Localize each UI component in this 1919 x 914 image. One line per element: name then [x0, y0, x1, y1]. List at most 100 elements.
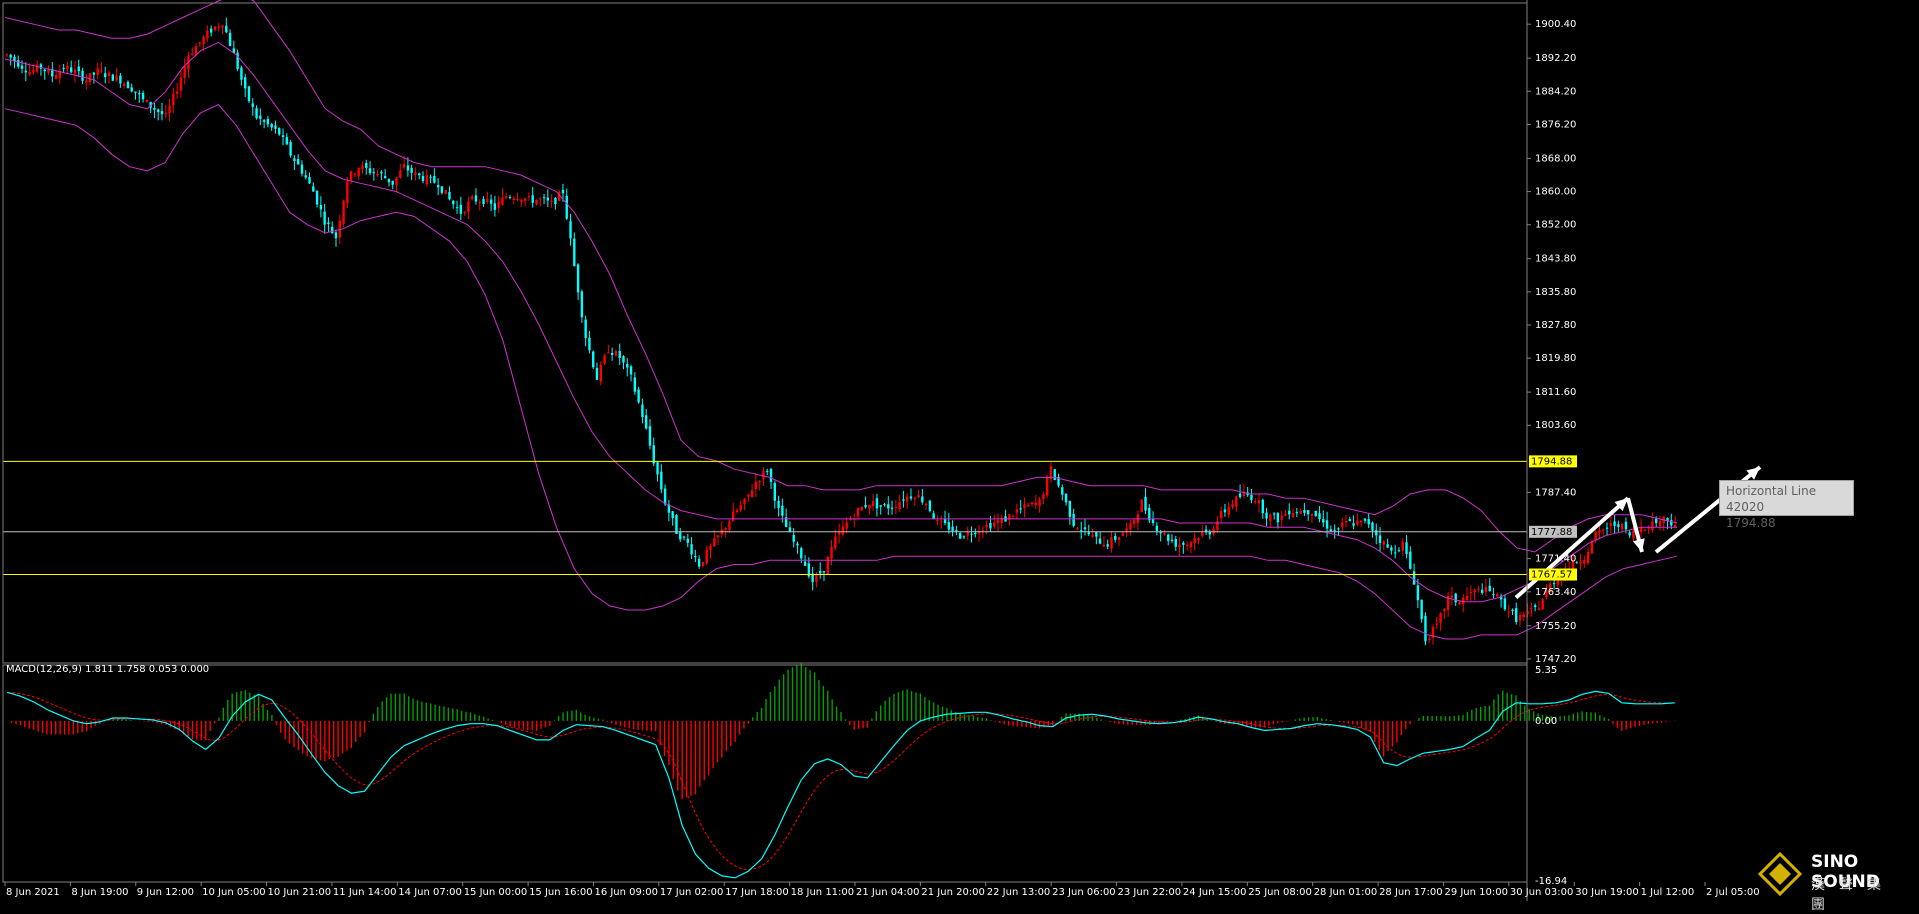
y-tick-label: 1771.40: [1535, 554, 1576, 565]
candle-body: [546, 197, 550, 201]
candle-body: [172, 93, 175, 106]
candle-body: [1344, 520, 1348, 523]
candle-body: [327, 222, 330, 225]
candle-body: [1462, 597, 1465, 604]
price-tag-label: 1777.88: [1531, 527, 1572, 538]
candle-body: [750, 490, 754, 497]
candle-body: [285, 137, 289, 145]
candle-body: [62, 67, 65, 69]
candle-body: [505, 196, 508, 198]
candle-body: [1072, 513, 1075, 526]
candle-body: [217, 26, 220, 28]
candle-body: [1257, 500, 1261, 504]
candle-body: [875, 498, 879, 509]
candle-body: [648, 426, 652, 446]
candle-body: [697, 558, 701, 567]
candle-body: [1503, 598, 1507, 610]
candle-body: [5, 54, 9, 56]
candle-body: [1409, 551, 1412, 569]
x-tick-label: 22 Jun 13:00: [987, 887, 1051, 898]
candle-body: [508, 197, 512, 199]
x-tick-label: 29 Jun 10:00: [1444, 887, 1508, 898]
candle-body: [735, 510, 739, 512]
candle-body: [618, 350, 621, 359]
candle-body: [1492, 594, 1495, 596]
candle-body: [841, 526, 845, 535]
candle-body: [361, 165, 364, 170]
candle-body: [134, 91, 137, 93]
candle-body: [1598, 530, 1601, 533]
candle-body: [781, 505, 784, 516]
candle-body: [1189, 542, 1193, 548]
x-tick-label: 16 Jun 09:00: [594, 887, 658, 898]
candle-body: [452, 200, 455, 205]
candle-body: [599, 364, 602, 382]
candle-body: [312, 186, 315, 192]
candle-body: [1375, 530, 1378, 536]
y-tick-label: 1811.60: [1535, 387, 1576, 398]
candle-body: [1586, 551, 1590, 564]
candle-body: [372, 172, 376, 174]
y-tick-label: 1763.40: [1535, 587, 1576, 598]
candle-body: [308, 177, 311, 184]
candle-body: [1178, 544, 1181, 548]
candle-body: [69, 67, 73, 73]
candle-body: [1314, 510, 1317, 517]
candle-body: [1151, 519, 1155, 523]
candle-body: [837, 532, 841, 535]
candle-body: [614, 351, 618, 356]
candle-body: [1533, 605, 1537, 607]
macd-panel[interactable]: [7, 663, 1676, 879]
candle-body: [289, 141, 292, 156]
candle-body: [1480, 589, 1484, 593]
candle-body: [1280, 515, 1283, 521]
candle-body: [43, 69, 46, 72]
x-tick-label: 8 Jun 2021: [6, 887, 60, 898]
candle-body: [1386, 544, 1389, 548]
candle-body: [1117, 537, 1121, 540]
candle-body: [675, 515, 678, 534]
candle-body: [1219, 511, 1223, 519]
candle-body: [716, 535, 720, 538]
candle-body: [399, 170, 402, 178]
candle-body: [1454, 593, 1457, 603]
candle-body: [905, 496, 909, 502]
candle-body: [1163, 533, 1166, 535]
candle-body: [1102, 544, 1106, 547]
candle-body: [115, 75, 118, 81]
tooltip-line-name: Horizontal Line 42020: [1726, 484, 1817, 514]
candle-body: [334, 232, 338, 239]
candle-body: [902, 499, 905, 501]
candle-body: [917, 495, 920, 498]
candle-body: [331, 226, 334, 234]
tooltip-line-value: 1794.88: [1726, 516, 1776, 530]
candle-body: [111, 74, 115, 81]
candle-body: [947, 522, 951, 530]
candle-body: [54, 75, 58, 79]
candle-body: [73, 69, 77, 74]
candle-body: [160, 111, 164, 115]
candle-body: [868, 504, 871, 509]
candle-body: [879, 505, 882, 507]
candle-body: [429, 176, 432, 178]
candle-body: [958, 533, 962, 539]
candle-body: [20, 65, 24, 69]
candle-body: [588, 337, 591, 351]
candle-body: [1473, 589, 1476, 593]
candle-body: [531, 195, 534, 203]
x-tick-label: 11 Jun 14:00: [333, 887, 397, 898]
candle-body: [1579, 561, 1582, 564]
candle-body: [1208, 532, 1212, 535]
bollinger-middle-band: [4, 41, 1677, 603]
candle-body: [1488, 585, 1491, 592]
candle-body: [346, 181, 349, 204]
candle-body: [35, 64, 39, 72]
candle-body: [981, 530, 985, 532]
candle-body: [766, 470, 769, 472]
candle-body: [418, 173, 421, 176]
candle-body: [296, 159, 300, 165]
candle-body: [107, 72, 111, 77]
candle-body: [792, 534, 795, 542]
candle-body: [470, 196, 474, 199]
price-panel[interactable]: [3, 0, 1762, 646]
